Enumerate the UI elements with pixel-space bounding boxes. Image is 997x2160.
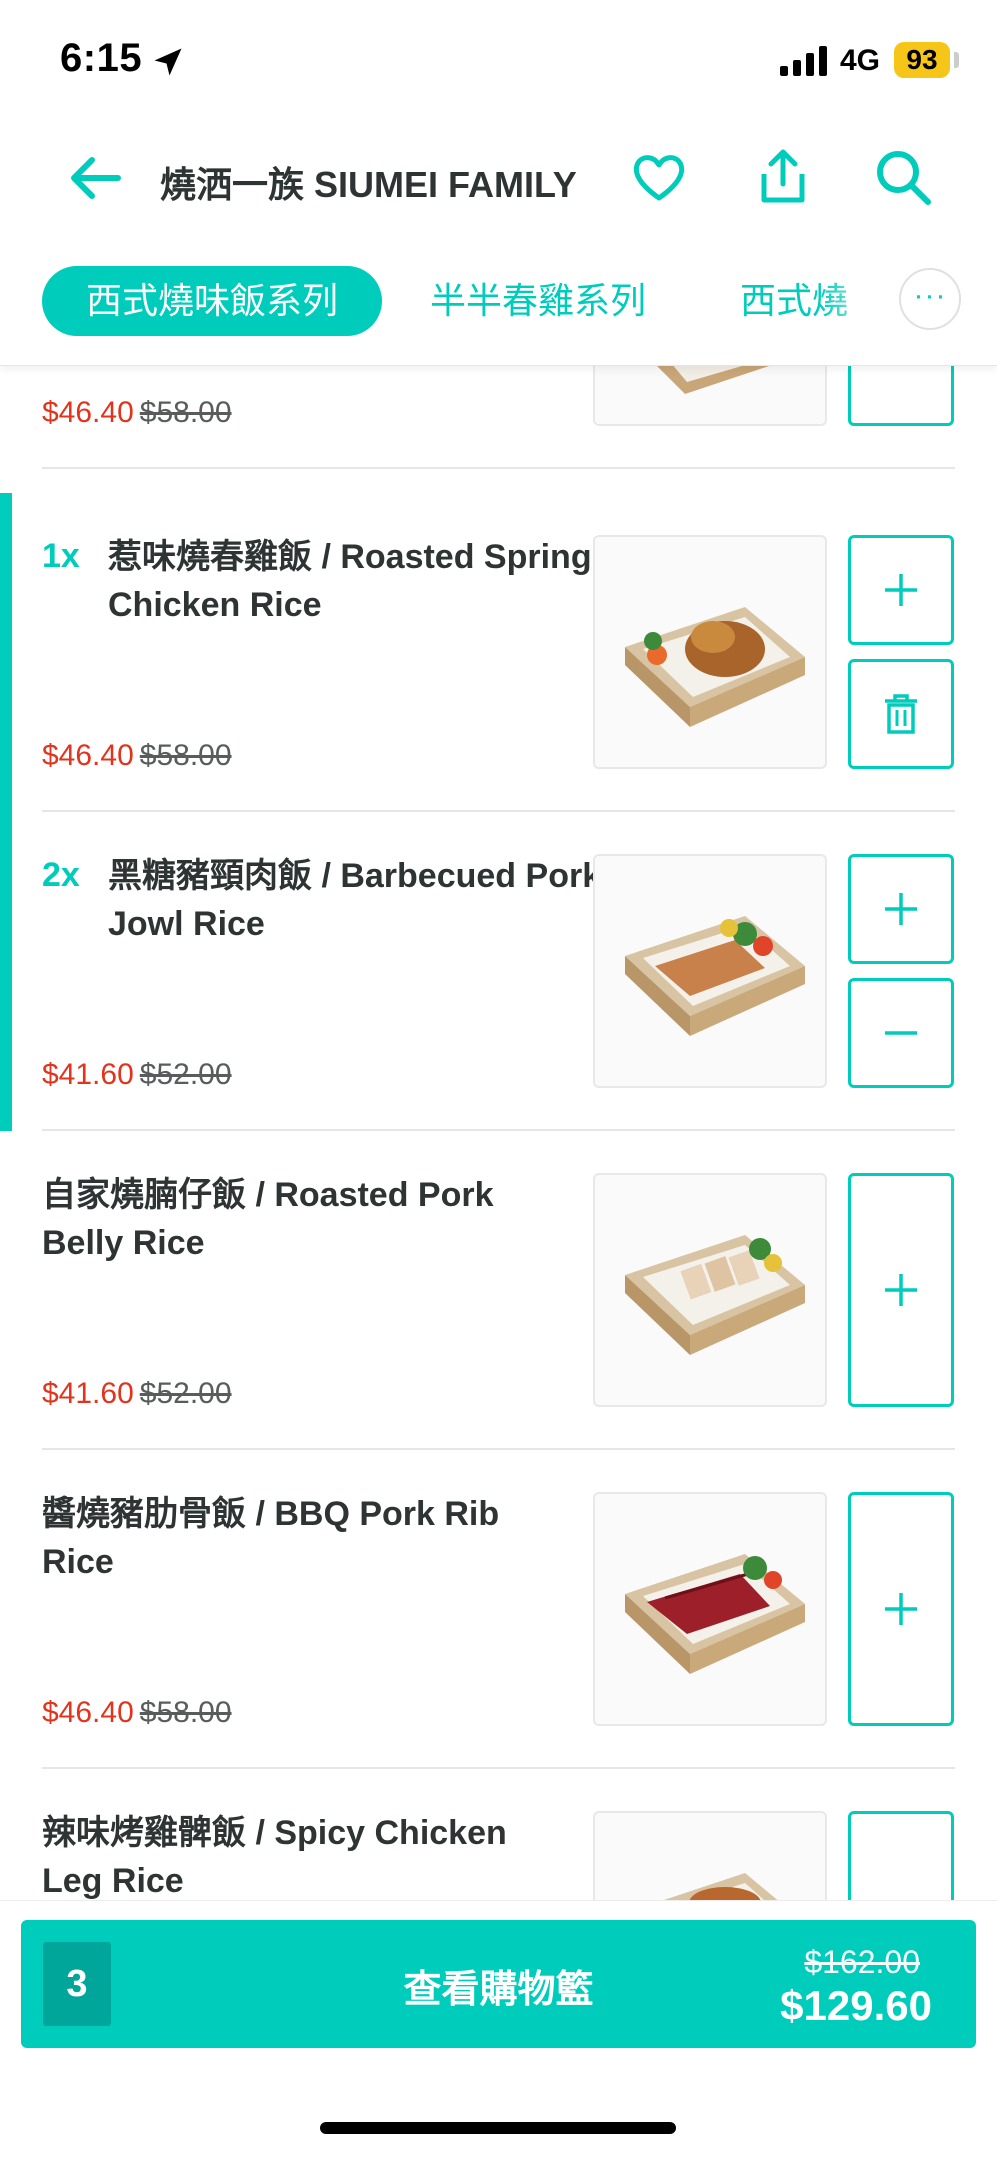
original-price: $52.00: [139, 1058, 232, 1091]
original-price: $52.00: [139, 1377, 232, 1410]
cart-original-total: $162.00: [804, 1944, 920, 1980]
sale-price: $46.40: [42, 396, 134, 429]
food-photo[interactable]: [593, 854, 827, 1088]
home-indicator[interactable]: [320, 2122, 676, 2134]
add-button[interactable]: [848, 1173, 954, 1407]
item-name: 自家燒腩仔飯 / Roasted Pork Belly Rice: [42, 1176, 494, 1262]
battery-level: 93: [894, 42, 950, 78]
original-price: $58.00: [139, 396, 232, 429]
minus-icon: [885, 1031, 917, 1035]
signal-icon: [780, 46, 827, 76]
add-button[interactable]: [848, 854, 954, 964]
add-button[interactable]: [848, 1811, 954, 1900]
selected-indicator: [0, 812, 12, 1131]
item-name: 醬燒豬肋骨飯 / BBQ Pork Rib Rice: [42, 1495, 500, 1581]
menu-item[interactable]: 醬燒豬肋骨飯 / BBQ Pork Rib Rice $46.40 $58.00: [0, 1450, 997, 1769]
item-name: 惹味燒春雞飯 / Roasted Spring Chicken Rice: [108, 538, 592, 624]
menu-item[interactable]: 辣味烤雞髀飯 / Spicy Chicken Leg Rice: [0, 1769, 997, 1900]
food-photo-image: [625, 1554, 805, 1674]
price-row: $46.40 $58.00: [42, 396, 232, 430]
search-icon[interactable]: [872, 146, 934, 208]
food-photo[interactable]: [593, 535, 827, 769]
status-bar: 6:15 4G 93: [0, 0, 997, 120]
price-row: $46.40 $58.00: [42, 739, 232, 773]
add-button[interactable]: [848, 535, 954, 645]
app-header: 燒洒一族 SIUMEI FAMILY: [0, 120, 997, 236]
menu-item[interactable]: 1x 惹味燒春雞飯 / Roasted Spring Chicken Rice …: [0, 493, 997, 812]
back-arrow-icon[interactable]: [66, 154, 122, 202]
delete-button[interactable]: [848, 659, 954, 769]
food-photo-image: [664, 1873, 778, 1900]
original-price: $58.00: [139, 739, 232, 772]
sale-price: $41.60: [42, 1377, 134, 1410]
menu-item[interactable]: 2x 黑糖豬頸肉飯 / Barbecued Pork Jowl Rice $41…: [0, 812, 997, 1131]
battery-tip: [954, 52, 959, 68]
item-quantity: 2x: [42, 856, 80, 894]
remove-button[interactable]: [848, 978, 954, 1088]
item-name: 黑糖豬頸肉飯 / Barbecued Pork Jowl Rice: [108, 857, 602, 943]
menu-item-list[interactable]: $46.40 $58.00 1x 惹味燒春雞飯 / Roasted Spring …: [0, 236, 997, 1900]
heart-icon[interactable]: [628, 146, 690, 208]
item-quantity: 1x: [42, 537, 80, 575]
menu-item[interactable]: 自家燒腩仔飯 / Roasted Pork Belly Rice $41.60 $…: [0, 1131, 997, 1450]
more-categories-button[interactable]: ···: [899, 268, 961, 330]
price-row: $46.40 $58.00: [42, 1696, 232, 1730]
category-tabs: 西式燒味飯系列 半半春雞系列 西式燒 ···: [0, 236, 997, 366]
sale-price: $46.40: [42, 1696, 134, 1729]
selected-indicator: [0, 493, 12, 812]
item-name: 辣味烤雞髀飯 / Spicy Chicken Leg Rice: [42, 1814, 507, 1900]
plus-icon: [885, 893, 917, 925]
food-photo[interactable]: [593, 1811, 827, 1900]
tab-western-roast-rice[interactable]: 西式燒味飯系列: [42, 266, 383, 336]
food-photo-image: [625, 916, 805, 1036]
location-arrow-icon: [154, 48, 182, 76]
plus-icon: [885, 1593, 917, 1625]
view-basket-button[interactable]: 3 查看購物籃 $162.00 $129.60: [21, 1920, 976, 2048]
status-time: 6:15: [60, 36, 143, 80]
divider: [42, 467, 955, 469]
original-price: $58.00: [139, 1696, 232, 1729]
food-photo-image: [625, 607, 805, 727]
share-icon[interactable]: [752, 146, 814, 208]
sale-price: $46.40: [42, 739, 134, 772]
trash-icon: [885, 694, 917, 734]
page-title: 燒洒一族 SIUMEI FAMILY: [160, 164, 577, 205]
food-photo[interactable]: [593, 1173, 827, 1407]
food-photo-image: [625, 1235, 805, 1355]
price-row: $41.60 $52.00: [42, 1058, 232, 1092]
plus-icon: [885, 1274, 917, 1306]
plus-icon: [885, 574, 917, 606]
add-button[interactable]: [848, 1492, 954, 1726]
food-photo[interactable]: [593, 1492, 827, 1726]
tab-half-chicken[interactable]: 半半春雞系列: [430, 266, 646, 336]
price-row: $41.60 $52.00: [42, 1377, 232, 1411]
network-type: 4G: [840, 44, 881, 77]
cart-total: $129.60: [780, 1982, 932, 2029]
sale-price: $41.60: [42, 1058, 134, 1091]
